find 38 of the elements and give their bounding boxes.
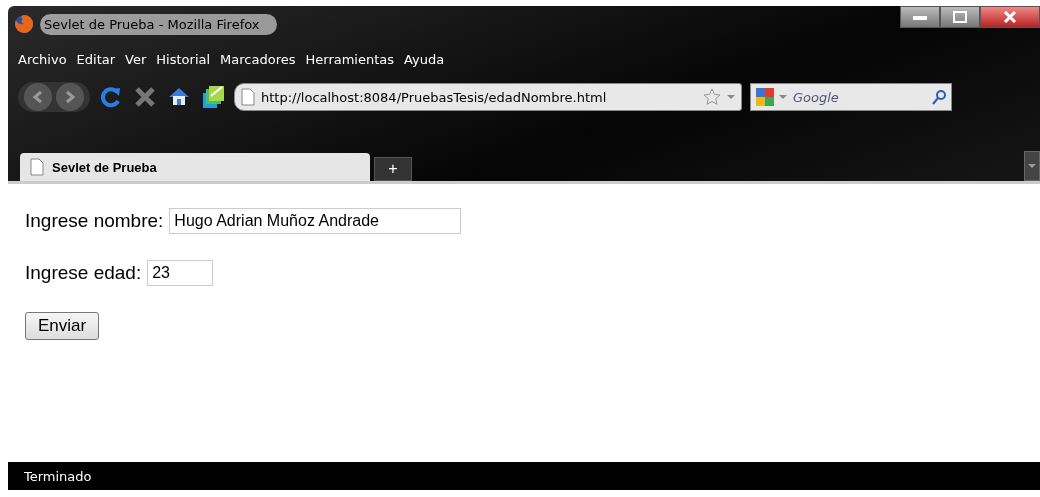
search-bar[interactable]: Google bbox=[750, 83, 952, 111]
field-label: Ingrese nombre: bbox=[25, 210, 164, 232]
search-engine-icon[interactable] bbox=[755, 87, 775, 107]
pages-icon[interactable] bbox=[200, 84, 226, 110]
search-field[interactable]: Google bbox=[791, 88, 927, 106]
dropdown-icon[interactable] bbox=[727, 94, 735, 100]
close-icon bbox=[1003, 11, 1017, 23]
input-field[interactable]: Hugo Adrian Muñoz Andrade bbox=[169, 208, 462, 234]
maximize-icon bbox=[953, 11, 967, 23]
dropdown-icon bbox=[1028, 163, 1036, 169]
submit-button[interactable]: Enviar bbox=[25, 312, 100, 340]
menu-item[interactable]: Ayuda bbox=[404, 52, 445, 67]
minimize-icon bbox=[913, 14, 927, 20]
back-button[interactable] bbox=[24, 83, 52, 111]
search-icon[interactable] bbox=[931, 89, 947, 105]
page-icon bbox=[241, 88, 255, 106]
tab[interactable]: Sevlet de Prueba bbox=[20, 153, 370, 181]
tab-list-button[interactable] bbox=[1024, 151, 1040, 181]
minimize-button[interactable] bbox=[900, 6, 940, 28]
close-button[interactable] bbox=[980, 6, 1040, 28]
menu-item[interactable]: Marcadores bbox=[220, 52, 296, 67]
url-text[interactable]: http://localhost:8084/PruebasTesis/edadNombre.html bbox=[261, 89, 697, 105]
menu-item[interactable]: Herramientas bbox=[305, 52, 395, 67]
window-title: Sevlet de Prueba - Mozilla Firefox bbox=[40, 13, 278, 35]
menu-item[interactable]: Ver bbox=[125, 52, 147, 67]
menu-item[interactable]: Historial bbox=[156, 52, 211, 67]
input-field[interactable]: 23 bbox=[147, 260, 214, 286]
firefox-icon bbox=[14, 14, 34, 34]
new-tab-button[interactable]: + bbox=[374, 157, 412, 181]
forward-button[interactable] bbox=[56, 83, 84, 111]
menu-item[interactable]: Editar bbox=[76, 52, 116, 67]
address-bar[interactable]: http://localhost:8084/PruebasTesis/edadNombre.html bbox=[234, 83, 742, 111]
field-label: Ingrese edad: bbox=[25, 262, 142, 284]
maximize-button[interactable] bbox=[940, 6, 980, 28]
page-icon bbox=[30, 158, 44, 176]
dropdown-icon[interactable] bbox=[779, 94, 787, 100]
star-icon[interactable] bbox=[703, 88, 721, 106]
menu-item[interactable]: Archivo bbox=[18, 52, 67, 67]
